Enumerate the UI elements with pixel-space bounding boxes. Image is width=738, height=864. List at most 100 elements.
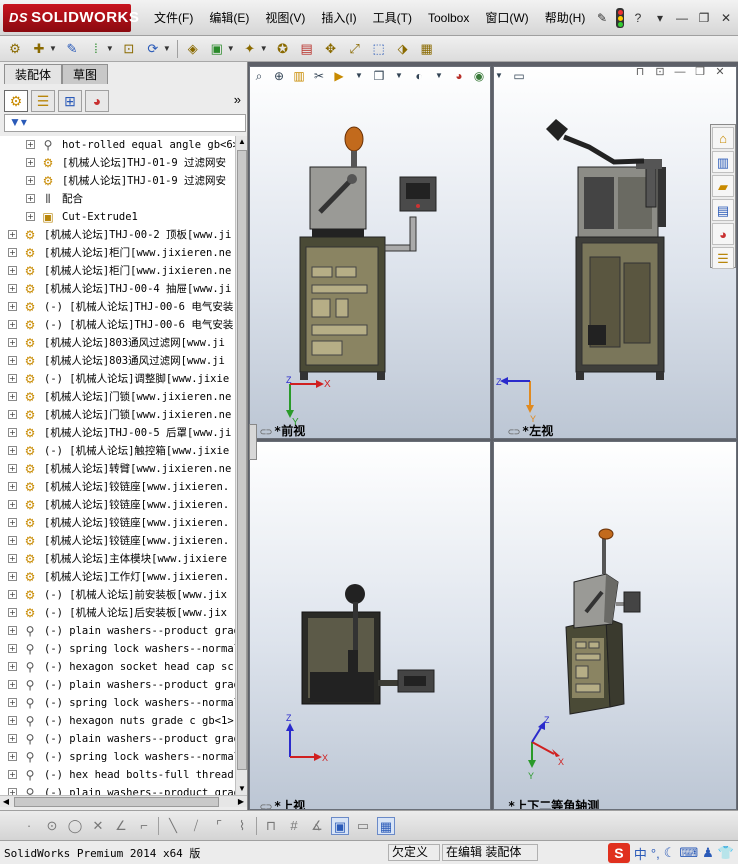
moon-icon[interactable]: ☾	[664, 845, 676, 861]
tree-item[interactable]: + ⚙ [机械人论坛]铰链座[www.jixieren.	[0, 514, 235, 532]
display-style-icon[interactable]: ❒	[372, 69, 386, 83]
rebuild-traffic-light-icon[interactable]	[616, 8, 624, 28]
file-explorer-icon[interactable]: ▰	[712, 175, 734, 197]
expand-toggle-icon[interactable]: +	[8, 608, 17, 617]
pin-icon[interactable]: ✎	[594, 10, 610, 26]
view-settings-icon[interactable]: ▭	[512, 69, 526, 83]
chevron-down-icon[interactable]: ▼	[492, 69, 506, 83]
menu-edit[interactable]: 编辑(E)	[201, 10, 257, 26]
expand-toggle-icon[interactable]: +	[8, 698, 17, 707]
scroll-left-arrow-icon[interactable]: ◀	[0, 796, 12, 808]
show-hidden-icon[interactable]: ◈	[184, 40, 202, 58]
scroll-right-arrow-icon[interactable]: ▶	[235, 796, 247, 808]
expand-toggle-icon[interactable]: +	[8, 464, 17, 473]
zoom-to-fit-icon[interactable]: ⌕	[252, 69, 266, 83]
expand-toggle-icon[interactable]: +	[8, 428, 17, 437]
feature-tree-tab-icon[interactable]: ⚙	[4, 90, 28, 112]
help-icon[interactable]: ?	[630, 10, 646, 26]
menu-toolbox[interactable]: Toolbox	[420, 10, 477, 26]
apply-scene-icon[interactable]: ◉	[472, 69, 486, 83]
chevron-down-icon[interactable]: ▼	[106, 44, 114, 53]
grid-icon[interactable]: #	[285, 817, 303, 835]
tree-horizontal-scrollbar[interactable]: ◀ ▶	[0, 795, 247, 807]
chevron-down-icon[interactable]: ▼	[163, 44, 171, 53]
smart-dimension-icon[interactable]: ⊓	[262, 817, 280, 835]
appearances-icon[interactable]: ◕	[712, 223, 734, 245]
scroll-down-arrow-icon[interactable]: ▼	[236, 783, 248, 795]
expand-toggle-icon[interactable]: +	[8, 680, 17, 689]
tree-item[interactable]: + ⚙ [机械人论坛]门锁[www.jixieren.ne	[0, 388, 235, 406]
keyboard-icon[interactable]: ⌨	[679, 845, 698, 861]
menu-tools[interactable]: 工具(T)	[365, 10, 420, 26]
tree-item[interactable]: + ⚙ (-) [机械人论坛]触控箱[www.jixie	[0, 442, 235, 460]
expand-toggle-icon[interactable]: +	[8, 788, 17, 795]
wireframe-view-icon[interactable]: ▭	[354, 817, 372, 835]
tree-item[interactable]: + ⚲ (-) spring lock washers--normal	[0, 694, 235, 712]
tree-item[interactable]: + ⚲ (-) spring lock washers--normal	[0, 748, 235, 766]
menu-insert[interactable]: 插入(I)	[313, 10, 364, 26]
chevron-down-icon[interactable]: ▼	[352, 69, 366, 83]
insert-component-icon[interactable]: ⚙	[6, 40, 24, 58]
tree-item[interactable]: + ⚙ [机械人论坛]柜门[www.jixieren.ne	[0, 262, 235, 280]
tree-item[interactable]: + ⚙ [机械人论坛]THJ-00-5 后罩[www.ji	[0, 424, 235, 442]
expand-toggle-icon[interactable]: +	[8, 266, 17, 275]
tab-sketch[interactable]: 草图	[62, 64, 109, 84]
shaded-view-icon[interactable]: ▣	[331, 816, 349, 835]
trim-icon[interactable]: ✕	[89, 817, 107, 835]
configuration-manager-tab-icon[interactable]: ⊞	[58, 90, 82, 112]
tree-item[interactable]: + ⚙ [机械人论坛]THJ-00-4 抽屉[www.ji	[0, 280, 235, 298]
expand-toggle-icon[interactable]: +	[8, 734, 17, 743]
menu-view[interactable]: 视图(V)	[257, 10, 313, 26]
expand-toggle-icon[interactable]: +	[8, 518, 17, 527]
four-view-icon[interactable]: ▦	[377, 816, 395, 835]
expand-toggle-icon[interactable]: +	[26, 212, 35, 221]
section-view-icon[interactable]: ✂	[312, 69, 326, 83]
ime-user-icon[interactable]: ♟	[702, 845, 714, 861]
expand-toggle-icon[interactable]: +	[26, 194, 35, 203]
tree-item[interactable]: + ⚙ [机械人论坛]铰链座[www.jixieren.	[0, 478, 235, 496]
tree-item[interactable]: + ⚙ [机械人论坛]主体模块[www.jixiere	[0, 550, 235, 568]
expand-toggle-icon[interactable]: +	[8, 554, 17, 563]
property-manager-tab-icon[interactable]: ☰	[31, 90, 55, 112]
tree-item[interactable]: + ⚙ [机械人论坛]工作灯[www.jixieren.	[0, 568, 235, 586]
clearance-verification-icon[interactable]: ⬗	[394, 40, 412, 58]
hole-alignment-icon[interactable]: ▦	[418, 40, 436, 58]
circle-icon[interactable]: ⊙	[43, 817, 61, 835]
tree-item[interactable]: + ⫴ 配合	[0, 190, 235, 208]
linear-pattern-icon[interactable]: ⁞	[87, 40, 105, 58]
sketch-fillet-icon[interactable]: ⌐	[135, 817, 153, 835]
chevron-down-icon[interactable]: ▼	[49, 44, 57, 53]
new-part-icon[interactable]: ✚	[30, 40, 48, 58]
tree-item[interactable]: + ⚙ (-) [机械人论坛]THJ-00-6 电气安装	[0, 298, 235, 316]
punctuation-icon[interactable]: °,	[651, 846, 660, 861]
expand-toggle-icon[interactable]: +	[8, 248, 17, 257]
scroll-thumb[interactable]	[14, 797, 219, 807]
expand-toggle-icon[interactable]: +	[8, 572, 17, 581]
move-component-icon[interactable]: ⟳	[144, 40, 162, 58]
menu-window[interactable]: 窗口(W)	[477, 10, 536, 26]
panel-collapse-handle[interactable]	[249, 424, 257, 460]
skin-icon[interactable]: 👕	[718, 845, 734, 861]
viewport-close-icon[interactable]: ✕	[714, 66, 726, 78]
expand-toggle-icon[interactable]: +	[8, 230, 17, 239]
tree-item[interactable]: + ⚙ [机械人论坛]转臂[www.jixieren.ne	[0, 460, 235, 478]
view-palette-icon[interactable]: ▤	[712, 199, 734, 221]
assembly-features-icon[interactable]: ▣	[208, 40, 226, 58]
custom-properties-icon[interactable]: ☰	[712, 247, 734, 269]
expand-toggle-icon[interactable]: +	[8, 500, 17, 509]
new-motion-study-icon[interactable]: ✪	[274, 40, 292, 58]
tree-item[interactable]: + ⚲ (-) plain washers--product grade	[0, 676, 235, 694]
exploded-view-icon[interactable]: ✥	[322, 40, 340, 58]
tab-assembly[interactable]: 装配体	[4, 64, 63, 84]
expand-toggle-icon[interactable]: +	[8, 662, 17, 671]
tree-item[interactable]: + ⚲ (-) plain washers--product grade	[0, 730, 235, 748]
viewport-isometric[interactable]: Z X Y *上下二等角轴测	[493, 441, 737, 810]
line-icon[interactable]: ╲	[164, 817, 182, 835]
viewport-front[interactable]: Y X Z ⊂⊃ *前视	[249, 66, 491, 439]
tree-item[interactable]: + ⚲ (-) plain washers--product grade	[0, 784, 235, 795]
expand-toggle-icon[interactable]: +	[26, 176, 35, 185]
tree-item[interactable]: + ⚙ [机械人论坛]803通风过滤网[www.ji	[0, 334, 235, 352]
expand-toggle-icon[interactable]: +	[8, 284, 17, 293]
expand-chevron-icon[interactable]: »	[234, 92, 241, 107]
hide-show-items-icon[interactable]: ◐	[412, 69, 426, 83]
